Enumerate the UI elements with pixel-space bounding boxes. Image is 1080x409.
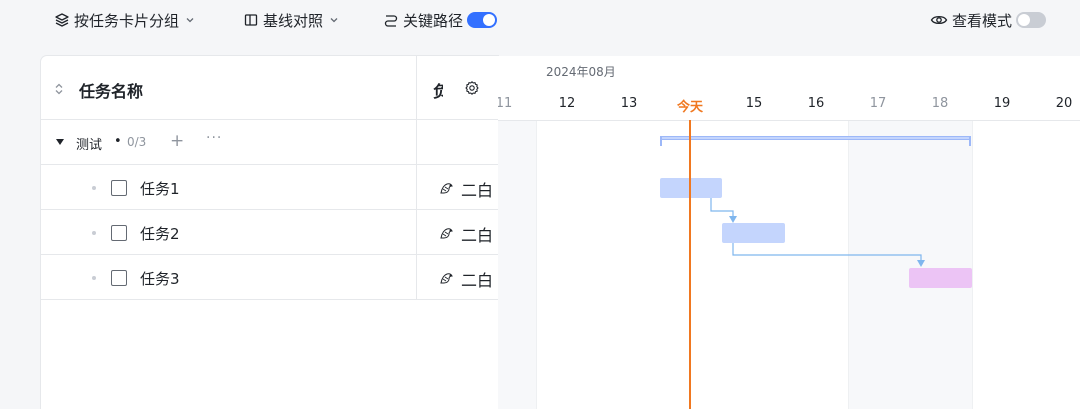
baseline-dropdown[interactable]: 基线对照: [243, 9, 339, 31]
view-mode-label: 查看模式: [952, 11, 1013, 30]
task-owner: 二白: [461, 271, 494, 290]
row-bullet: [92, 186, 96, 190]
task-owner: 二白: [461, 181, 494, 200]
group-by-label: 按任务卡片分组: [74, 11, 180, 30]
task-checkbox[interactable]: [111, 225, 127, 241]
avatar: [440, 183, 453, 194]
group-by-dropdown[interactable]: 按任务卡片分组: [54, 9, 195, 31]
table-header: 任务名称 负: [41, 56, 498, 120]
group-row[interactable]: 测试 • 0/3 + ···: [41, 120, 498, 165]
toggle-knob: [1018, 14, 1031, 26]
route-icon: [384, 15, 398, 27]
dependency-link: [710, 198, 734, 219]
chevron-down-icon: [330, 18, 338, 23]
gantt-timeline[interactable]: 2024年08月 11 12 13 今天 15 16 17 18 19 20: [498, 56, 1080, 409]
gear-icon[interactable]: [464, 80, 480, 96]
table-row[interactable]: 任务2 二白: [41, 210, 498, 255]
task-bar[interactable]: [660, 178, 722, 198]
baseline-compare-icon: [244, 14, 258, 26]
task-bar[interactable]: [722, 223, 785, 243]
critical-path-label: 关键路径: [403, 11, 464, 30]
eye-icon: [930, 15, 948, 25]
task-name[interactable]: 任务2: [140, 223, 180, 244]
sort-icon[interactable]: [54, 82, 64, 96]
task-checkbox[interactable]: [111, 270, 127, 286]
task-bar[interactable]: [909, 268, 972, 288]
critical-path-control: 关键路径: [383, 9, 498, 31]
dependency-link: [732, 243, 922, 263]
avatar: [440, 228, 453, 239]
today-marker: [689, 120, 691, 409]
row-bullet: [92, 276, 96, 280]
task-name[interactable]: 任务1: [140, 178, 180, 199]
view-mode-control: 查看模式: [930, 9, 1047, 31]
add-task-button[interactable]: +: [170, 131, 184, 151]
task-name[interactable]: 任务3: [140, 268, 180, 289]
toggle-knob: [483, 14, 496, 26]
table-row[interactable]: 任务3 二白: [41, 255, 498, 300]
task-name-header[interactable]: 任务名称: [79, 78, 143, 102]
task-owner: 二白: [461, 226, 494, 245]
row-bullet: [92, 231, 96, 235]
chevron-down-icon: [186, 18, 194, 23]
avatar: [440, 273, 453, 284]
group-separator: •: [114, 134, 122, 149]
table-row[interactable]: 任务1 二白: [41, 165, 498, 210]
arrow-head: [917, 260, 925, 267]
arrow-head: [729, 216, 737, 223]
caret-down-icon[interactable]: [55, 138, 65, 146]
baseline-label: 基线对照: [263, 11, 324, 30]
owner-header[interactable]: 负: [433, 78, 443, 102]
task-table: 任务名称 负 测试 • 0/3 + ··· 任务1 二白 任务2 二白 任务3 …: [41, 56, 498, 409]
group-progress: 0/3: [127, 135, 147, 149]
layers-icon: [55, 13, 69, 27]
group-name: 测试: [76, 138, 103, 153]
critical-path-toggle[interactable]: [467, 12, 498, 28]
view-mode-toggle[interactable]: [1016, 12, 1047, 28]
toolbar: 按任务卡片分组 基线对照 关键路径 查看模式: [0, 0, 1080, 40]
dependency-arrows: [710, 198, 925, 267]
task-checkbox[interactable]: [111, 180, 127, 196]
more-button[interactable]: ···: [206, 130, 222, 146]
